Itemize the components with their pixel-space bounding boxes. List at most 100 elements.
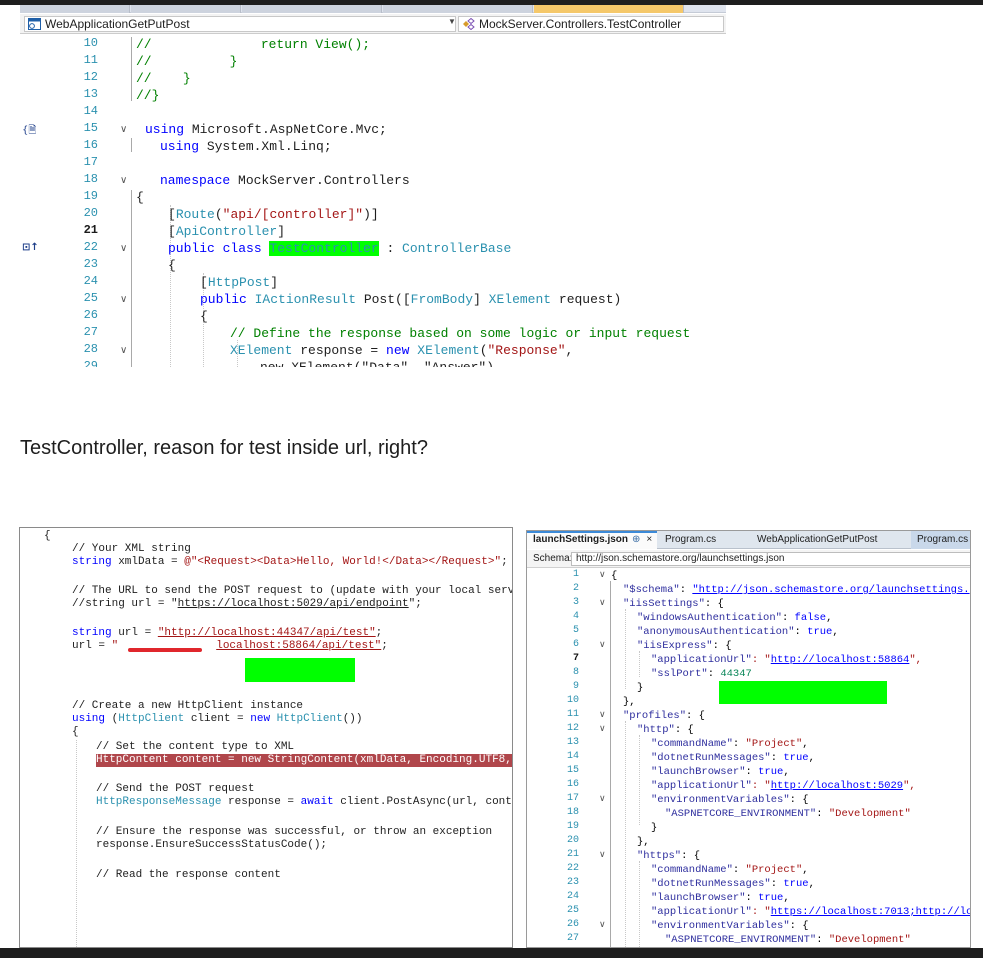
json-line[interactable]: "https": { [637, 849, 700, 863]
json-line[interactable]: "ASPNETCORE_ENVIRONMENT": "Development" [665, 807, 911, 821]
json-line[interactable]: "environmentVariables": { [651, 793, 809, 807]
client-code-line[interactable]: { [44, 530, 51, 543]
comment-link[interactable]: https://localhost:5029/api/endpoint [178, 598, 409, 610]
fold-toggle-icon[interactable]: ∨ [599, 640, 606, 650]
code-line-24[interactable]: [HttpPost] [200, 274, 278, 291]
code-line-21[interactable]: [ApiController] [168, 223, 285, 240]
client-code-line[interactable]: // Set the content type to XML [96, 741, 294, 754]
fold-toggle-icon[interactable]: ∨ [599, 724, 606, 734]
code-line-18[interactable]: namespace MockServer.Controllers [160, 172, 410, 189]
code-line-29[interactable]: new XElement("Data", "Answer") [260, 359, 494, 367]
json-line[interactable]: }, [623, 695, 636, 709]
json-link-value[interactable]: "http://json.schemastore.org/launchsetti… [692, 584, 969, 596]
fold-toggle-icon[interactable]: ∨ [599, 920, 606, 930]
fold-toggle-icon[interactable]: ∨ [599, 570, 606, 580]
fold-toggle-icon[interactable]: ∨ [599, 794, 606, 804]
code-line-25[interactable]: public IActionResult Post([FromBody] XEl… [200, 291, 621, 308]
tab-partial-1[interactable] [20, 5, 130, 13]
json-line[interactable]: "dotnetRunMessages": true, [651, 877, 815, 891]
code-line-19[interactable]: { [136, 189, 144, 206]
fold-toggle-icon[interactable]: ∨ [599, 710, 606, 720]
json-line[interactable]: "applicationUrl": "http://localhost:5886… [651, 653, 922, 667]
json-line[interactable]: } [637, 681, 643, 695]
client-code-line[interactable]: { [72, 726, 79, 739]
editor-tab-strip[interactable] [20, 5, 726, 13]
client-code-line[interactable]: // Read the response content [96, 869, 281, 882]
json-line[interactable]: "windowsAuthentication": false, [637, 611, 832, 625]
tab-project[interactable]: WebApplicationGetPutPost [751, 531, 911, 549]
json-line[interactable]: "$schema": "http://json.schemastore.org/… [623, 583, 970, 597]
json-link-value[interactable]: https://localhost:7013;http://lo [771, 906, 970, 918]
json-link-value[interactable]: http://localhost:58864 [771, 654, 910, 666]
close-icon[interactable]: × [646, 534, 652, 545]
json-line[interactable]: "applicationUrl": "https://localhost:701… [651, 905, 970, 919]
fold-toggle-icon[interactable]: ∨ [120, 124, 127, 135]
client-code-line[interactable]: HttpResponseMessage response = await cli… [96, 796, 512, 809]
client-code-line[interactable]: response.EnsureSuccessStatusCode(); [96, 839, 327, 852]
json-line[interactable]: "environmentVariables": { [651, 919, 809, 933]
client-code-line[interactable]: //string url = "https://localhost:5029/a… [72, 598, 422, 611]
json-line[interactable]: "profiles": { [623, 709, 705, 723]
json-key: "commandName" [651, 864, 733, 876]
client-code-line[interactable]: // Send the POST request [96, 783, 254, 796]
json-line[interactable]: } [651, 821, 657, 835]
class-dropdown[interactable]: MockServer.Controllers.TestController [458, 16, 724, 32]
code-line-12[interactable]: // } [136, 70, 191, 87]
client-code-line[interactable]: string url = "http://localhost:44347/api… [72, 627, 382, 640]
json-line[interactable]: "iisExpress": { [637, 639, 732, 653]
tab-partial-3[interactable] [242, 5, 382, 13]
json-line[interactable]: "commandName": "Project", [651, 737, 809, 751]
json-line[interactable]: "applicationUrl": "http://localhost:5029… [651, 779, 916, 793]
json-key: "dotnetRunMessages" [651, 878, 771, 890]
code-line-27[interactable]: // Define the response based on some log… [230, 325, 690, 342]
code-line-13[interactable]: //} [136, 87, 159, 104]
chevron-down-icon[interactable]: ▼ [448, 17, 456, 26]
json-key: "launchBrowser" [651, 766, 746, 778]
json-line[interactable]: { [611, 569, 617, 583]
json-line[interactable]: "dotnetRunMessages": true, [651, 751, 815, 765]
error-highlighted-line[interactable]: HttpContent content = new StringContent(… [96, 754, 512, 767]
fold-toggle-icon[interactable]: ∨ [120, 243, 127, 254]
project-dropdown[interactable]: WebApplicationGetPutPost [24, 16, 456, 32]
json-link-value[interactable]: http://localhost:5029 [771, 780, 903, 792]
code-line-11[interactable]: // } [136, 53, 237, 70]
client-code-line[interactable]: // The URL to send the POST request to (… [72, 585, 512, 598]
json-line[interactable]: "commandName": "Project", [651, 863, 809, 877]
code-line-26[interactable]: { [200, 308, 208, 325]
tab-partial-4[interactable] [383, 5, 533, 13]
code-line-23[interactable]: { [168, 257, 176, 274]
tab-program-cs-preview[interactable]: Program.cs [911, 531, 970, 549]
client-code-line[interactable]: // Your XML string [72, 543, 191, 556]
tab-program-cs[interactable]: Program.cs [659, 531, 749, 549]
json-line[interactable]: "anonymousAuthentication": true, [637, 625, 839, 639]
json-line[interactable]: "ASPNETCORE_ENVIRONMENT": "Development" [665, 933, 911, 947]
fold-toggle-icon[interactable]: ∨ [120, 175, 127, 186]
client-code-line[interactable]: using (HttpClient client = new HttpClien… [72, 713, 363, 726]
code-line-28[interactable]: XElement response = new XElement("Respon… [230, 342, 573, 359]
tab-launch-settings[interactable]: launchSettings.json ⊕ × [527, 531, 657, 549]
json-line[interactable]: "sslPort": 44347 [651, 667, 752, 681]
fold-toggle-icon[interactable]: ∨ [599, 598, 606, 608]
client-code-line[interactable]: // Create a new HttpClient instance [72, 700, 303, 713]
tab-partial-active[interactable] [534, 5, 684, 13]
fold-toggle-icon[interactable]: ∨ [599, 850, 606, 860]
code-line-20[interactable]: [Route("api/[controller]")] [168, 206, 379, 223]
line-number: 10 [83, 36, 98, 50]
code-line-22[interactable]: public class TestController : Controller… [168, 240, 511, 257]
fold-toggle-icon[interactable]: ∨ [120, 294, 127, 305]
code-line-15[interactable]: using Microsoft.AspNetCore.Mvc; [145, 121, 387, 138]
client-code-line[interactable]: string xmlData = @"<Request><Data>Hello,… [72, 556, 508, 569]
json-line[interactable]: }, [637, 835, 650, 849]
code-line-10[interactable]: // return View(); [136, 36, 370, 53]
fold-toggle-icon[interactable]: ∨ [120, 345, 127, 356]
json-line[interactable]: "launchBrowser": true, [651, 765, 790, 779]
schema-url-input[interactable]: http://json.schemastore.org/launchsettin… [571, 552, 970, 566]
pin-icon[interactable]: ⊕ [632, 534, 640, 545]
client-code-line[interactable]: // Ensure the response was successful, o… [96, 826, 492, 839]
tab-partial-2[interactable] [131, 5, 241, 13]
json-line[interactable]: "iisSettings": { [623, 597, 724, 611]
json-line[interactable]: "http": { [637, 723, 694, 737]
client-code-line[interactable]: url = " localhost:58864/api/test"; [72, 640, 388, 653]
json-line[interactable]: "launchBrowser": true, [651, 891, 790, 905]
code-line-16[interactable]: using System.Xml.Linq; [160, 138, 332, 155]
